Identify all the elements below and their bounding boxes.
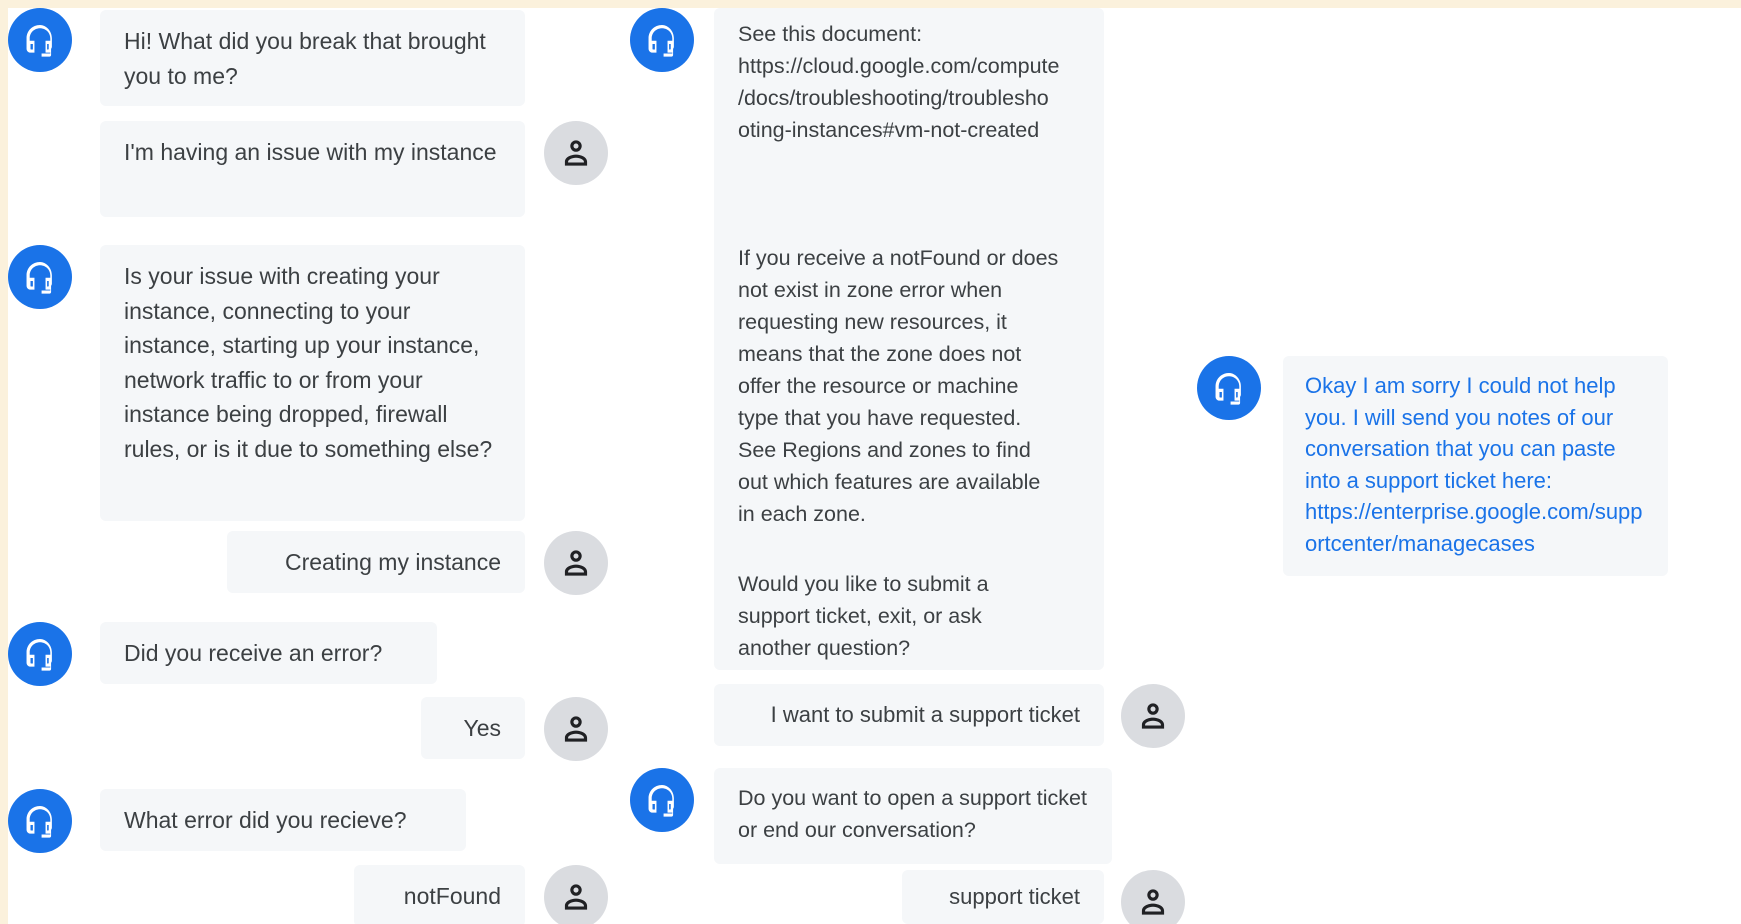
document-question-text: Would you like to submit a support ticke… xyxy=(738,572,995,660)
headset-icon xyxy=(648,24,674,57)
bot-message-greeting: Hi! What did you break that brought you … xyxy=(100,10,525,106)
headset-icon xyxy=(26,261,52,294)
person-icon xyxy=(1141,703,1165,729)
user-message-support-ticket: support ticket xyxy=(902,870,1104,924)
bot-avatar xyxy=(8,789,72,853)
bot-message-sorry-support-link[interactable]: Okay I am sorry I could not help you. I … xyxy=(1283,356,1668,576)
person-icon xyxy=(1141,889,1165,915)
person-icon xyxy=(564,716,588,742)
user-avatar xyxy=(1121,870,1185,924)
headset-icon xyxy=(648,784,674,817)
user-avatar xyxy=(1121,684,1185,748)
user-avatar xyxy=(544,697,608,761)
document-link-text: See this document: https://cloud.google.… xyxy=(738,22,1060,142)
bot-avatar xyxy=(630,768,694,832)
bot-avatar xyxy=(1197,356,1261,420)
user-message-yes: Yes xyxy=(421,697,525,759)
bot-message-open-or-end: Do you want to open a support ticket or … xyxy=(714,768,1112,864)
bot-avatar xyxy=(8,622,72,686)
bot-avatar xyxy=(630,8,694,72)
user-avatar xyxy=(544,121,608,185)
user-message-issue: I'm having an issue with my instance xyxy=(100,121,525,217)
bot-message-document: See this document: https://cloud.google.… xyxy=(714,8,1104,670)
person-icon xyxy=(564,884,588,910)
user-message-creating: Creating my instance xyxy=(227,531,525,593)
bot-avatar xyxy=(8,245,72,309)
bot-message-which-error: What error did you recieve? xyxy=(100,789,466,851)
headset-icon xyxy=(1215,372,1241,405)
chat-transcript-canvas: Hi! What did you break that brought you … xyxy=(8,8,1741,924)
user-avatar xyxy=(544,865,608,924)
user-avatar xyxy=(544,531,608,595)
bot-message-error-question: Did you receive an error? xyxy=(100,622,437,684)
document-explanation-text: If you receive a notFound or does not ex… xyxy=(738,246,1065,526)
person-icon xyxy=(564,550,588,576)
user-message-notfound: notFound xyxy=(354,865,525,924)
headset-icon xyxy=(26,638,52,671)
bot-avatar xyxy=(8,8,72,72)
user-message-submit-ticket: I want to submit a support ticket xyxy=(714,684,1104,746)
headset-icon xyxy=(26,805,52,838)
bot-message-issue-type: Is your issue with creating your instanc… xyxy=(100,245,525,521)
headset-icon xyxy=(26,24,52,57)
person-icon xyxy=(564,140,588,166)
